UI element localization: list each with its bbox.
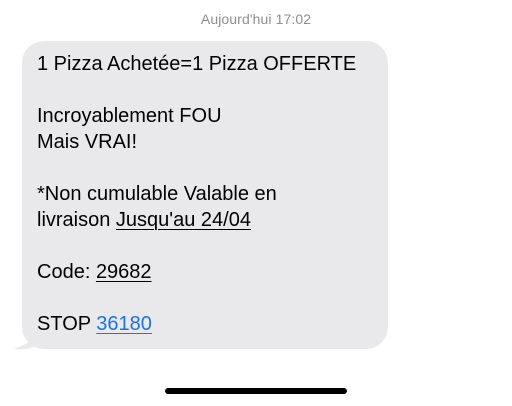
received-message-bubble[interactable]: 1 Pizza Achetée=1 Pizza OFFERTE Incroyab… [14,41,388,350]
message-line-tagline-2: Mais VRAI! [37,131,138,153]
message-line-stop: STOP 36180 [37,311,374,337]
message-line-offer: 1 Pizza Achetée=1 Pizza OFFERTE [37,53,357,75]
home-indicator-bar[interactable] [165,388,347,394]
message-line-code: Code: 29682 [37,259,374,285]
message-body: 1 Pizza Achetée=1 Pizza OFFERTE Incroyab… [22,41,388,349]
code-label: Code: [37,261,96,283]
message-timestamp: Aujourd'hui 17:02 [200,11,312,27]
message-line-validity: livraison Jusqu'au 24/04 [37,207,374,233]
promo-code-link[interactable]: 29682 [96,261,152,283]
message-line-conditions: *Non cumulable Valable en [37,183,277,205]
message-line-tagline: Incroyablement FOU [37,105,222,127]
validity-prefix: livraison [37,209,116,231]
stop-label: STOP [37,313,97,335]
validity-date-link[interactable]: Jusqu'au 24/04 [116,209,251,231]
stop-number-link[interactable]: 36180 [96,313,152,335]
